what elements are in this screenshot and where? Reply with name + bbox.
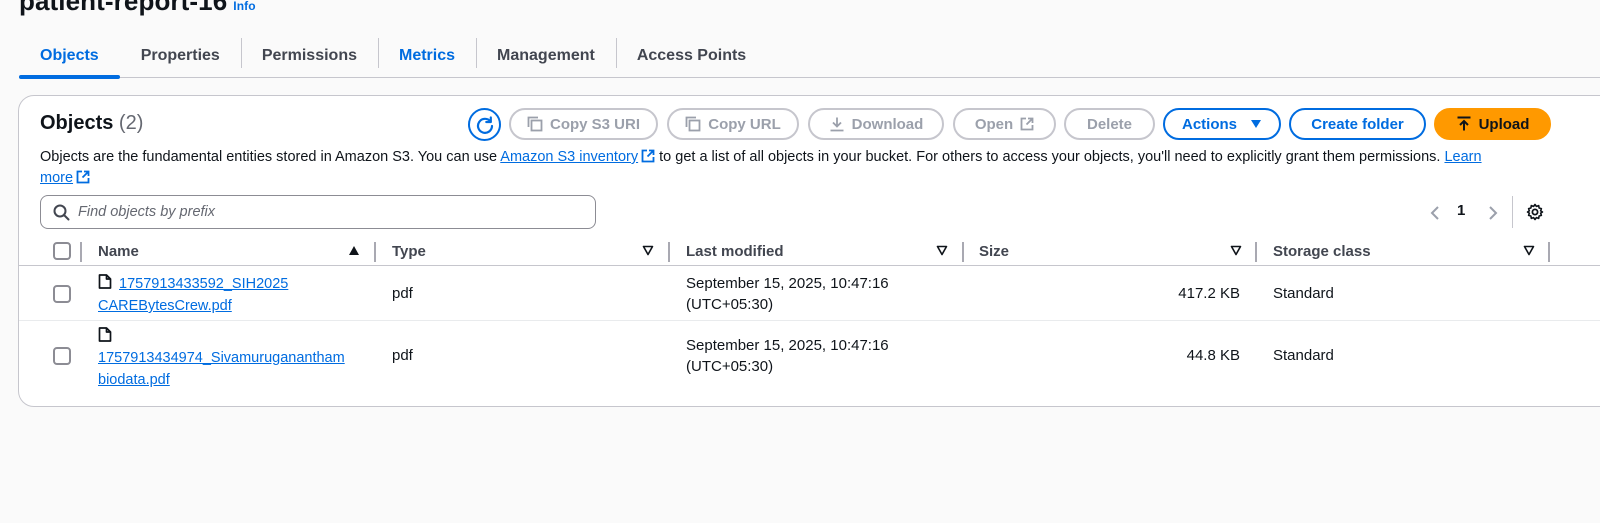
column-divider[interactable] (668, 242, 670, 262)
description-text: Objects are the fundamental entities sto… (40, 149, 501, 165)
object-link[interactable]: 1757913434974_Sivamuruganantham (98, 350, 345, 366)
previous-page-icon[interactable] (1429, 205, 1441, 221)
pagination-divider (1512, 196, 1513, 228)
tab-management[interactable]: Management (476, 34, 616, 77)
info-link[interactable]: Info (233, 0, 255, 13)
search-icon (53, 204, 70, 220)
sort-icon[interactable] (1523, 245, 1535, 256)
download-label: Download (851, 115, 924, 133)
next-page-icon[interactable] (1487, 205, 1499, 221)
tab-properties[interactable]: Properties (120, 34, 241, 77)
external-link-icon (1020, 117, 1034, 131)
modified-date: September 15, 2025, 10:47:16 (686, 275, 889, 292)
object-link[interactable]: biodata.pdf (98, 372, 170, 388)
column-divider (80, 242, 82, 262)
object-link[interactable]: 1757913433592_SIH2025 (119, 276, 288, 292)
objects-count: (2) (118, 112, 144, 134)
page-number[interactable]: 1 (1457, 202, 1465, 219)
copy-url-button[interactable]: Copy URL (667, 108, 799, 140)
copy-s3-uri-button[interactable]: Copy S3 URI (509, 108, 658, 140)
last-modified-cell: September 15, 2025, 10:47:16 (UTC+05:30) (686, 335, 889, 377)
column-divider[interactable] (962, 242, 964, 262)
column-divider[interactable] (1255, 242, 1257, 262)
object-name-cell: 1757913434974_Sivamuruganantham biodata.… (98, 326, 345, 391)
objects-description: Objects are the fundamental entities sto… (40, 147, 1540, 189)
page-title: patient-report-16 Info (19, 0, 256, 17)
objects-panel: Objects (2) Copy S3 URI Copy URL Downloa… (18, 95, 1600, 407)
type-cell: pdf (392, 285, 413, 302)
external-link-icon (641, 149, 655, 163)
storage-class-cell: Standard (1273, 285, 1334, 302)
tab-bar: Objects Properties Permissions Metrics M… (19, 34, 1600, 79)
tab-access-points[interactable]: Access Points (615, 34, 767, 77)
search-input[interactable] (78, 204, 558, 220)
modified-timezone: (UTC+05:30) (686, 358, 774, 375)
bucket-name: patient-report-16 (19, 0, 228, 16)
copy-url-label: Copy URL (708, 115, 781, 133)
delete-button[interactable]: Delete (1064, 108, 1155, 140)
column-header-type[interactable]: Type (392, 243, 426, 260)
download-icon (830, 117, 844, 132)
refresh-icon (476, 115, 493, 134)
sort-icon[interactable] (1230, 245, 1242, 256)
s3-inventory-link[interactable]: Amazon S3 inventory (500, 149, 638, 165)
learn-more-link[interactable]: more (40, 170, 73, 186)
copy-s3-uri-label: Copy S3 URI (549, 115, 640, 133)
tab-permissions[interactable]: Permissions (240, 34, 378, 77)
table-header: Name Type Last modified Size Storage cla… (19, 236, 1600, 266)
delete-label: Delete (1086, 115, 1133, 133)
last-modified-cell: September 15, 2025, 10:47:16 (UTC+05:30) (686, 273, 889, 315)
column-header-storage-class[interactable]: Storage class (1273, 243, 1371, 260)
actions-label: Actions (1181, 115, 1237, 133)
tab-objects[interactable]: Objects (19, 34, 120, 79)
column-header-size[interactable]: Size (979, 243, 1009, 260)
size-cell: 417.2 KB (1178, 285, 1240, 302)
storage-class-cell: Standard (1273, 347, 1334, 364)
size-cell: 44.8 KB (1186, 347, 1240, 364)
object-link[interactable]: CAREBytesCrew.pdf (98, 298, 232, 314)
sort-ascending-icon[interactable] (348, 245, 360, 256)
copy-icon (527, 116, 543, 132)
object-name-cell: 1757913433592_SIH2025 CAREBytesCrew.pdf (98, 273, 288, 317)
download-button[interactable]: Download (808, 108, 944, 140)
upload-label: Upload (1478, 115, 1530, 133)
file-icon (98, 327, 112, 342)
search-box[interactable] (40, 195, 596, 229)
open-label: Open (974, 115, 1014, 133)
file-icon (98, 274, 112, 289)
column-header-name[interactable]: Name (98, 243, 139, 260)
type-cell: pdf (392, 347, 413, 364)
tab-metrics[interactable]: Metrics (377, 34, 476, 77)
column-divider[interactable] (374, 242, 376, 262)
objects-title: Objects (40, 112, 114, 134)
actions-dropdown[interactable]: Actions (1163, 108, 1281, 140)
external-link-icon (76, 170, 90, 184)
table-row[interactable]: 1757913434974_Sivamuruganantham biodata.… (19, 321, 1600, 391)
sort-icon[interactable] (936, 245, 948, 256)
modified-date: September 15, 2025, 10:47:16 (686, 337, 889, 354)
upload-icon (1457, 116, 1471, 131)
create-folder-button[interactable]: Create folder (1289, 108, 1426, 140)
select-all-checkbox[interactable] (53, 242, 71, 260)
table-row[interactable]: 1757913433592_SIH2025 CAREBytesCrew.pdf … (19, 267, 1600, 321)
caret-down-icon (1251, 120, 1261, 128)
refresh-button[interactable] (468, 108, 501, 141)
row-checkbox[interactable] (53, 285, 71, 303)
copy-icon (685, 116, 701, 132)
column-header-last-modified[interactable]: Last modified (686, 243, 784, 260)
create-folder-label: Create folder (1311, 115, 1404, 133)
row-checkbox[interactable] (53, 347, 71, 365)
description-text: to get a list of all objects in your buc… (655, 149, 1445, 165)
upload-button[interactable]: Upload (1434, 108, 1551, 140)
modified-timezone: (UTC+05:30) (686, 296, 774, 313)
column-divider[interactable] (1548, 242, 1550, 262)
objects-header: Objects (2) (40, 112, 143, 135)
open-button[interactable]: Open (953, 108, 1056, 140)
learn-more-link[interactable]: Learn (1444, 149, 1481, 165)
gear-icon[interactable] (1526, 203, 1544, 221)
sort-icon[interactable] (642, 245, 654, 256)
